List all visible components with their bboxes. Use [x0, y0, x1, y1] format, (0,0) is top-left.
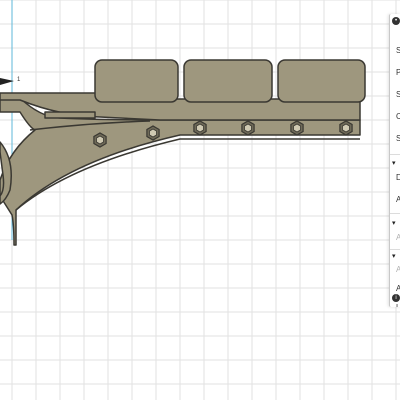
panel-row-3[interactable]: S [390, 86, 400, 104]
panel-row-4[interactable]: C [390, 108, 400, 126]
panel-row-1[interactable]: S [390, 42, 400, 60]
design-canvas[interactable]: 1 [0, 0, 400, 400]
chevron-down-icon: ▾ [392, 160, 396, 167]
panel-row-label: D [396, 172, 400, 184]
block-3[interactable] [277, 59, 366, 103]
hex-hole-inner [342, 123, 350, 133]
chevron-down-icon: ▾ [392, 220, 396, 227]
hex-hole-inner [244, 123, 252, 133]
panel-row-label: S [396, 89, 400, 101]
part-body[interactable] [0, 59, 366, 246]
origin-label: 1 [17, 77, 21, 83]
panel-row-label: A [396, 264, 400, 276]
properties-panel[interactable]: • S P S C S ▾ D A ▾ A ▾ A A L [389, 14, 400, 307]
section-1-row-2[interactable]: A [390, 191, 400, 209]
panel-divider [390, 213, 400, 214]
panel-row-5[interactable]: S [390, 130, 400, 148]
panel-row-label: S [396, 45, 400, 57]
hex-hole-inner [196, 123, 204, 133]
slot [44, 111, 96, 119]
block-2[interactable] [183, 59, 273, 103]
section-1-row-1[interactable]: D [390, 169, 400, 187]
panel-row-label: A [396, 194, 400, 206]
panel-row-label: L [396, 302, 400, 307]
hex-hole-inner [149, 128, 157, 138]
canvas-svg[interactable] [0, 0, 400, 400]
panel-row-label: S [396, 133, 400, 145]
info-icon[interactable]: i [392, 294, 400, 302]
section-3-row-1: A [390, 261, 400, 279]
panel-row-label: P [396, 67, 400, 79]
info-icon[interactable]: • [392, 17, 400, 25]
panel-divider [390, 154, 400, 155]
chevron-down-icon: ▾ [392, 253, 396, 260]
section-2-row-1: A [390, 229, 400, 247]
hex-hole-inner [293, 123, 301, 133]
panel-row-label: C [396, 111, 400, 123]
panel-row-label: A [396, 232, 400, 244]
hex-hole-inner [96, 135, 104, 145]
block-1[interactable] [94, 59, 179, 103]
panel-row-2[interactable]: P [390, 64, 400, 82]
